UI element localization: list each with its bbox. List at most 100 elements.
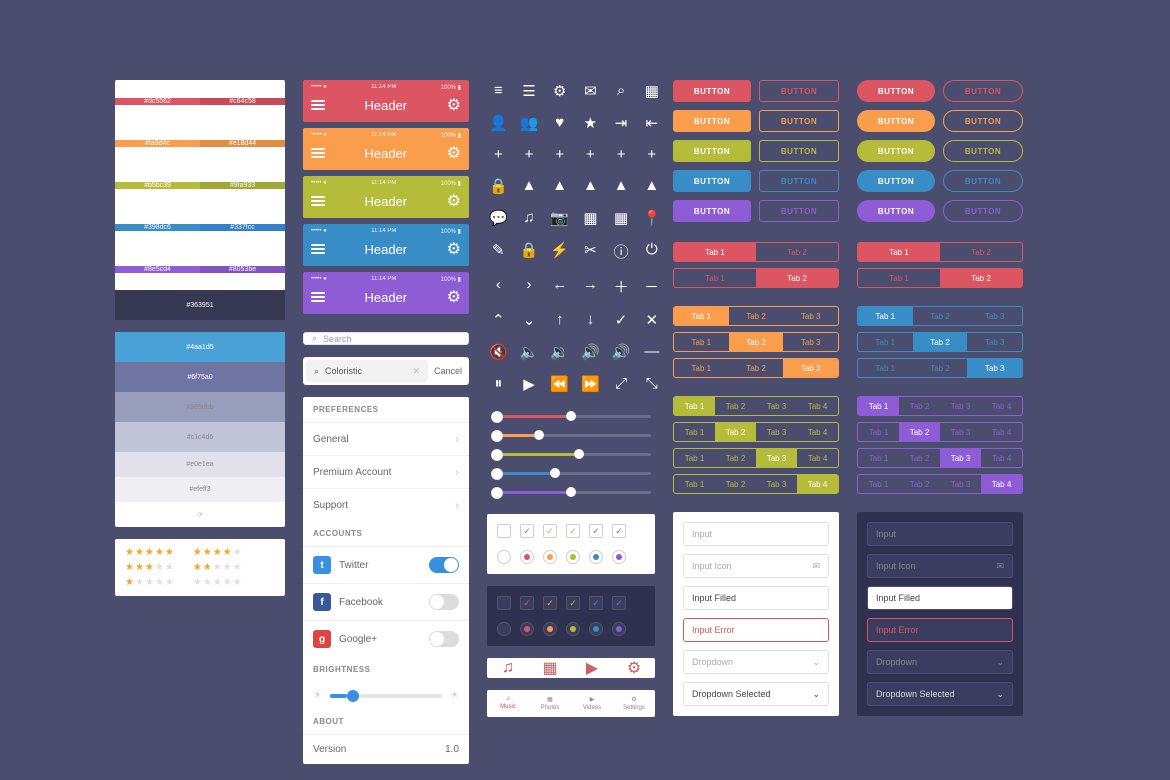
tab-2[interactable]: Tab 2 [756,243,838,261]
tab-photo-icon[interactable]: ▦ [529,658,571,678]
tab-3[interactable]: Tab 3 [940,475,981,493]
button-outline[interactable]: BUTTON [759,140,839,162]
tab-3[interactable]: Tab 3 [940,397,981,415]
nav-settings[interactable]: ⚙Settings [613,696,655,711]
nav-music[interactable]: ♫Music [487,696,529,711]
tab-2[interactable]: Tab 2 [913,333,968,351]
checkbox[interactable]: ✓ [589,596,603,610]
dropdown[interactable]: Dropdown⌄ [867,650,1013,674]
button-filled[interactable]: BUTTON [857,170,935,192]
tab-4[interactable]: Tab 4 [981,397,1022,415]
checkbox[interactable]: ✓ [520,524,534,538]
button-outline[interactable]: BUTTON [759,80,839,102]
tab-3[interactable]: Tab 3 [756,475,797,493]
tab-3[interactable]: Tab 3 [783,307,838,325]
menu-icon[interactable] [311,194,325,208]
tab-4[interactable]: Tab 4 [797,449,838,467]
checkbox[interactable] [497,596,511,610]
radio[interactable] [612,550,626,564]
checkbox[interactable]: ✓ [543,524,557,538]
radio[interactable] [589,622,603,636]
icon-tabbar[interactable]: ♫ ▦ ▶ ⚙ [487,658,655,678]
search-input[interactable]: ⌕ Search [303,332,469,345]
tab-2[interactable]: Tab 2 [913,359,968,377]
tab-2[interactable]: Tab 2 [715,423,756,441]
tab-4[interactable]: Tab 4 [797,423,838,441]
nav-videos[interactable]: ▶Videos [571,696,613,711]
input-icon[interactable]: Input Icon✉ [867,554,1013,578]
checkbox[interactable]: ✓ [612,524,626,538]
tab-2[interactable]: Tab 2 [756,269,838,287]
account-twitter[interactable]: tTwitter [303,546,469,583]
gear-icon[interactable]: ⚙ [447,287,461,307]
toggle-on[interactable] [429,557,459,573]
tab-1[interactable]: Tab 1 [674,449,715,467]
checkbox[interactable]: ✓ [589,524,603,538]
tab-1[interactable]: Tab 1 [674,333,729,351]
button-outline[interactable]: BUTTON [943,170,1023,192]
tab-2[interactable]: Tab 2 [729,333,784,351]
dropdown[interactable]: Dropdown⌄ [683,650,829,674]
checkbox[interactable]: ✓ [566,524,580,538]
tab-4[interactable]: Tab 4 [981,449,1022,467]
tab-1[interactable]: Tab 1 [858,397,899,415]
radio[interactable] [543,550,557,564]
slider[interactable] [491,491,651,494]
input-filled[interactable]: Input Filled [867,586,1013,610]
gear-icon[interactable]: ⚙ [447,143,461,163]
button-filled[interactable]: BUTTON [857,110,935,132]
dropdown-selected[interactable]: Dropdown Selected⌄ [683,682,829,706]
button-filled[interactable]: BUTTON [673,110,751,132]
radio[interactable] [543,622,557,636]
checkbox[interactable]: ✓ [520,596,534,610]
tab-4[interactable]: Tab 4 [981,423,1022,441]
button-filled[interactable]: BUTTON [857,140,935,162]
slider[interactable] [491,434,651,437]
button-filled[interactable]: BUTTON [673,170,751,192]
input-empty[interactable]: Input [867,522,1013,546]
tab-1[interactable]: Tab 1 [858,307,913,325]
tab-3[interactable]: Tab 3 [967,359,1022,377]
tab-2[interactable]: Tab 2 [913,307,968,325]
input-filled[interactable]: Input Filled [683,586,829,610]
slider[interactable] [491,453,651,456]
radio[interactable] [497,622,511,636]
dropdown-selected[interactable]: Dropdown Selected⌄ [867,682,1013,706]
checkbox[interactable] [497,524,511,538]
tab-3[interactable]: Tab 3 [756,449,797,467]
button-outline[interactable]: BUTTON [759,200,839,222]
account-facebook[interactable]: fFacebook [303,583,469,620]
account-google[interactable]: gGoogle+ [303,620,469,657]
tab-4[interactable]: Tab 4 [797,475,838,493]
tab-4[interactable]: Tab 4 [797,397,838,415]
settings-support[interactable]: Support› [303,488,469,521]
tab-1[interactable]: Tab 1 [674,243,756,261]
tab-1[interactable]: Tab 1 [674,475,715,493]
tab-1[interactable]: Tab 1 [858,243,940,261]
button-outline[interactable]: BUTTON [759,170,839,192]
menu-icon[interactable] [311,242,325,256]
tab-2[interactable]: Tab 2 [729,359,784,377]
button-outline[interactable]: BUTTON [759,110,839,132]
nav-photos[interactable]: ▦Photos [529,696,571,711]
tab-2[interactable]: Tab 2 [729,307,784,325]
button-filled[interactable]: BUTTON [857,80,935,102]
tab-2[interactable]: Tab 2 [899,397,940,415]
radio[interactable] [589,550,603,564]
input-icon[interactable]: Input Icon✉ [683,554,829,578]
tab-2[interactable]: Tab 2 [715,449,756,467]
clear-icon[interactable]: ✕ [412,366,420,377]
gear-icon[interactable]: ⚙ [447,191,461,211]
radio[interactable] [566,622,580,636]
button-outline[interactable]: BUTTON [943,110,1023,132]
slider[interactable] [491,415,651,418]
button-outline[interactable]: BUTTON [943,200,1023,222]
tab-2[interactable]: Tab 2 [899,449,940,467]
tab-music-icon[interactable]: ♫ [487,658,529,678]
toggle-off[interactable] [429,631,459,647]
button-filled[interactable]: BUTTON [857,200,935,222]
tab-3[interactable]: Tab 3 [967,307,1022,325]
cancel-button[interactable]: Cancel [434,366,466,376]
tab-3[interactable]: Tab 3 [756,423,797,441]
button-filled[interactable]: BUTTON [673,140,751,162]
